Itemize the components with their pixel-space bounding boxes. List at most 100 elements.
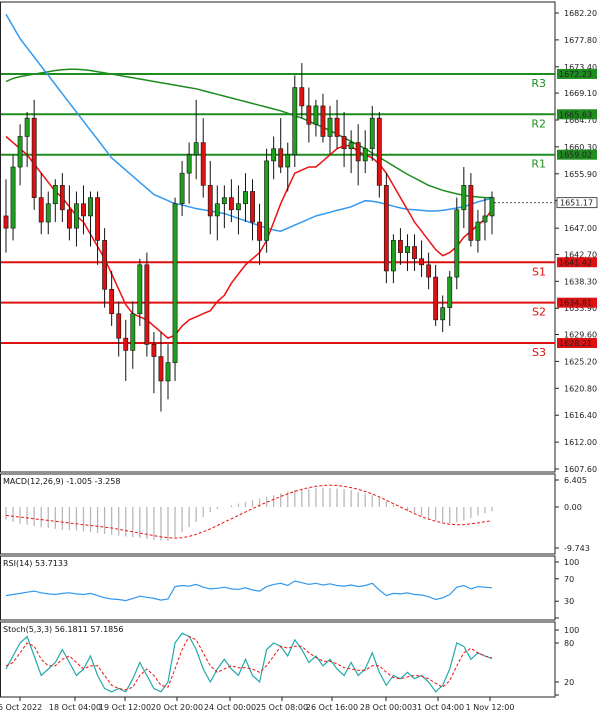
candle-body bbox=[257, 221, 262, 241]
candle-body bbox=[130, 313, 136, 351]
price-tick-label: 1607.60 bbox=[564, 465, 597, 474]
candle-body bbox=[383, 185, 389, 272]
rsi-tick-label: 70 bbox=[564, 575, 574, 584]
candle-body bbox=[179, 172, 185, 205]
level-price-label: 1659.02 bbox=[559, 151, 592, 160]
forex-chart: R3 R2 R1 S1 S2 S3 6.405 0.00 -9.743 MACD(12,26,9… bbox=[0, 0, 600, 718]
candle-body bbox=[412, 246, 417, 260]
level-price-label: 1641.42 bbox=[559, 258, 592, 267]
level-name-s3: S3 bbox=[532, 346, 546, 359]
candle-body bbox=[355, 142, 361, 162]
price-tick-label: 1669.10 bbox=[564, 89, 597, 98]
candle-body bbox=[426, 264, 432, 278]
price-tick-label: 1616.40 bbox=[564, 411, 597, 420]
candle-body bbox=[45, 203, 51, 223]
candle-body bbox=[341, 136, 347, 149]
candle-body bbox=[271, 148, 277, 162]
time-tick-label: 19 Oct 12:00 bbox=[99, 703, 151, 712]
candle-body bbox=[334, 117, 340, 137]
candle-body bbox=[482, 215, 488, 223]
candle-body bbox=[95, 197, 100, 241]
time-tick-label: 24 Oct 00:00 bbox=[204, 703, 256, 712]
candle-body bbox=[292, 87, 298, 156]
candle-body bbox=[327, 117, 333, 137]
candle-body bbox=[172, 203, 178, 363]
candle-body bbox=[489, 197, 495, 217]
candle-body bbox=[74, 203, 79, 229]
candle-body bbox=[236, 203, 241, 211]
time-tick-label: 25 Oct 08:00 bbox=[256, 703, 308, 712]
macd-label: MACD(12,26,9) -1.005 -3.258 bbox=[3, 477, 120, 486]
candle-body bbox=[109, 288, 115, 315]
price-tick-label: 1638.30 bbox=[564, 277, 597, 286]
price-tick-label: 1620.80 bbox=[564, 384, 597, 393]
candle-body bbox=[10, 166, 16, 229]
price-tick-label: 1625.20 bbox=[564, 357, 597, 366]
time-tick-label: 20 Oct 20:00 bbox=[151, 703, 203, 712]
candle-body bbox=[38, 197, 44, 223]
macd-tick-label: 0.00 bbox=[564, 503, 582, 512]
candle-body bbox=[158, 356, 164, 382]
candle-body bbox=[243, 191, 248, 205]
candle-body bbox=[17, 136, 23, 168]
candle-body bbox=[200, 142, 206, 186]
time-tick-label: 18 Oct 04:00 bbox=[49, 703, 101, 712]
candle-body bbox=[264, 160, 270, 241]
candle-body bbox=[151, 344, 157, 357]
rsi-tick-label: 100 bbox=[564, 558, 579, 567]
candle-body bbox=[278, 148, 284, 168]
level-name-s1: S1 bbox=[532, 265, 546, 278]
candle-body bbox=[186, 154, 192, 174]
time-tick-label: 26 Oct 16:00 bbox=[306, 703, 358, 712]
candle-body bbox=[66, 209, 72, 229]
candle-body bbox=[221, 197, 227, 205]
candle-body bbox=[348, 142, 354, 149]
stoch-tick-label: 100 bbox=[564, 626, 579, 635]
rsi-label: RSI(14) 53.7133 bbox=[3, 559, 68, 568]
candle-body bbox=[398, 240, 403, 253]
chart-background bbox=[0, 0, 600, 718]
level-name-r1: R1 bbox=[531, 158, 546, 171]
candle-body bbox=[447, 276, 453, 308]
level-name-s2: S2 bbox=[532, 306, 546, 319]
candle-body bbox=[207, 185, 213, 217]
rsi-tick-label: 30 bbox=[564, 597, 574, 606]
candle-body bbox=[376, 117, 382, 186]
candle-body bbox=[454, 209, 460, 278]
candle-body bbox=[214, 203, 220, 217]
level-price-label: 1672.23 bbox=[559, 70, 592, 79]
price-tick-label: 1682.20 bbox=[564, 9, 597, 18]
candle-body bbox=[3, 215, 9, 229]
candle-body bbox=[320, 105, 326, 137]
time-tick-label: 1 Nov 12:00 bbox=[466, 703, 515, 712]
candle-body bbox=[362, 148, 368, 162]
candle-body bbox=[390, 240, 396, 272]
candle-body bbox=[306, 105, 312, 125]
stoch-tick-label: 20 bbox=[564, 678, 574, 687]
level-price-label: 1628.21 bbox=[559, 339, 592, 348]
candle-body bbox=[88, 197, 93, 217]
level-name-r3: R3 bbox=[531, 77, 546, 90]
candle-body bbox=[102, 240, 108, 290]
candle-body bbox=[433, 276, 439, 321]
macd-tick-label: 6.405 bbox=[564, 476, 587, 485]
candle-body bbox=[369, 117, 375, 149]
candle-body bbox=[81, 203, 86, 217]
candle-body bbox=[475, 221, 481, 241]
candle-body bbox=[144, 264, 150, 345]
level-price-label: 1634.81 bbox=[559, 299, 592, 308]
candle-body bbox=[52, 185, 58, 205]
candle-body bbox=[419, 258, 424, 266]
level-name-r2: R2 bbox=[531, 117, 546, 130]
candle-body bbox=[165, 362, 171, 382]
candle-body bbox=[59, 185, 65, 211]
candle-body bbox=[461, 185, 467, 211]
candle-body bbox=[299, 87, 305, 107]
time-tick-label: 28 Oct 00:00 bbox=[360, 703, 412, 712]
stoch-tick-label: 80 bbox=[564, 639, 574, 648]
candle-body bbox=[250, 191, 255, 223]
candle-body bbox=[31, 117, 37, 198]
level-price-label: 1665.63 bbox=[559, 110, 592, 119]
macd-tick-label: -9.743 bbox=[564, 544, 590, 553]
price-tick-label: 1655.90 bbox=[564, 170, 597, 179]
